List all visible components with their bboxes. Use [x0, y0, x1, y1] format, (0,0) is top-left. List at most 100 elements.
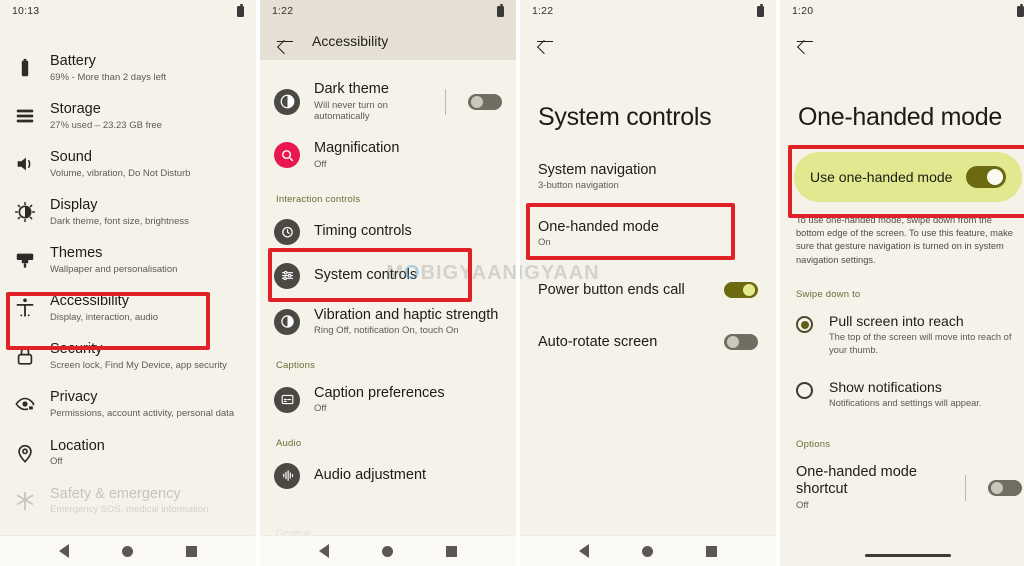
- display-icon: [14, 201, 36, 223]
- dark-theme-toggle[interactable]: [468, 93, 502, 110]
- radio-option-pull-screen-into-reach[interactable]: Pull screen into reach The top of the sc…: [780, 305, 1024, 364]
- battery-icon: [757, 3, 764, 17]
- radio-unchecked-icon[interactable]: [796, 381, 813, 399]
- accessibility-row-magnification[interactable]: Magnification Off: [260, 131, 516, 179]
- row-subtitle: Screen lock, Find My Device, app securit…: [50, 360, 227, 372]
- row-subtitle: Off: [50, 456, 63, 468]
- row-subtitle: Dark theme, font size, brightness: [50, 215, 189, 227]
- row-title: One-handed mode shortcut: [796, 464, 917, 497]
- row-subtitle: Will never turn on automatically: [314, 99, 388, 123]
- row-title: Auto-rotate screen: [538, 333, 658, 350]
- accessibility-row-dark-theme[interactable]: Dark theme Will never turn on automatica…: [260, 72, 516, 131]
- auto-rotate-screen-toggle[interactable]: [724, 333, 758, 350]
- location-pin-icon: [14, 442, 36, 464]
- nav-home-icon[interactable]: [381, 545, 393, 557]
- settings-row-themes[interactable]: Themes Wallpaper and personalisation: [0, 236, 256, 284]
- gesture-nav-bar: [865, 554, 951, 557]
- settings-row-storage[interactable]: Storage 27% used – 23.23 GB free: [0, 92, 256, 140]
- status-clock: 10:13: [12, 5, 40, 17]
- accessibility-row-caption-preferences[interactable]: Caption preferences Off: [260, 376, 516, 424]
- app-bar: [520, 22, 776, 60]
- settings-row-battery[interactable]: Battery 69% - More than 2 days left: [0, 44, 256, 92]
- battery-icon: [497, 3, 504, 17]
- nav-home-icon[interactable]: [641, 545, 653, 557]
- app-bar: Accessibility: [260, 22, 516, 60]
- radio-subtitle: The top of the screen will move into rea…: [829, 332, 1012, 356]
- status-bar: 1:20: [780, 0, 1024, 22]
- settings-row-safety-emergency[interactable]: Safety & emergency Emergency SOS, medica…: [0, 477, 256, 525]
- radio-title: Pull screen into reach: [829, 313, 964, 330]
- row-subtitle: 3-button navigation: [538, 179, 619, 191]
- settings-row-display[interactable]: Display Dark theme, font size, brightnes…: [0, 188, 256, 236]
- nav-back-icon[interactable]: [318, 544, 329, 558]
- row-title: Audio adjustment: [314, 467, 427, 484]
- radio-option-show-notifications[interactable]: Show notifications Notifications and set…: [780, 371, 1024, 418]
- battery-icon: [1017, 3, 1024, 17]
- system-controls-row-auto-rotate-screen[interactable]: Auto-rotate screen: [520, 322, 776, 362]
- status-bar: 10:13: [0, 0, 256, 22]
- settings-row-security[interactable]: Security Screen lock, Find My Device, ap…: [0, 332, 256, 380]
- magnification-icon: [274, 142, 300, 169]
- watermark: MOBIGYAAN: [386, 262, 516, 284]
- app-bar: [780, 22, 1024, 60]
- panel-system-controls: 1:22 System controls System navigation 3…: [516, 0, 776, 566]
- storage-icon: [14, 105, 36, 127]
- back-arrow-icon[interactable]: [536, 32, 554, 50]
- row-subtitle: Off: [796, 499, 809, 511]
- caption-icon: [274, 386, 300, 413]
- radio-title: Show notifications: [829, 378, 942, 395]
- row-title: Dark theme: [314, 81, 389, 97]
- status-clock: 1:22: [532, 5, 554, 17]
- timing-controls-icon: [274, 218, 300, 245]
- nav-recents-icon[interactable]: [706, 545, 718, 557]
- system-controls-row-system-navigation[interactable]: System navigation 3-button navigation: [520, 152, 776, 201]
- nav-home-icon[interactable]: [121, 545, 133, 557]
- row-subtitle: Emergency SOS, medical information: [50, 504, 209, 516]
- row-divider: [965, 474, 966, 501]
- navigation-bar: [520, 535, 776, 566]
- settings-row-privacy[interactable]: Privacy Permissions, account activity, p…: [0, 380, 256, 428]
- power-button-ends-call-toggle[interactable]: [724, 281, 758, 298]
- one-handed-mode-shortcut-toggle[interactable]: [988, 479, 1022, 496]
- row-subtitle: Permissions, account activity, personal …: [50, 408, 235, 420]
- system-controls-row-one-handed-mode[interactable]: One-handed mode On: [520, 209, 776, 258]
- back-arrow-icon[interactable]: [796, 32, 814, 50]
- one-handed-mode-shortcut-row[interactable]: One-handed mode shortcut Off: [780, 455, 1024, 520]
- row-title: Storage: [50, 101, 101, 118]
- status-bar: 1:22: [260, 0, 516, 22]
- screenshot-strip: 10:13 Battery 69% - More than 2 days lef…: [0, 0, 1024, 566]
- panel-accessibility: 1:22 Accessibility Dark theme Will never…: [256, 0, 516, 566]
- row-title: Safety & emergency: [50, 485, 181, 502]
- settings-row-accessibility[interactable]: Accessibility Display, interaction, audi…: [0, 284, 256, 332]
- accessibility-row-audio-adjustment[interactable]: Audio adjustment: [260, 454, 516, 498]
- nav-recents-icon[interactable]: [186, 545, 198, 557]
- row-title: Caption preferences: [314, 384, 445, 401]
- sound-icon: [14, 153, 36, 175]
- accessibility-row-timing-controls[interactable]: Timing controls: [260, 210, 516, 254]
- back-arrow-icon[interactable]: [276, 32, 294, 50]
- vibration-icon: [274, 308, 300, 335]
- row-subtitle: 69% - More than 2 days left: [50, 71, 167, 83]
- battery-icon: [14, 57, 36, 79]
- section-interaction-controls: Interaction controls: [276, 193, 361, 205]
- nav-recents-icon[interactable]: [446, 545, 458, 557]
- nav-back-icon[interactable]: [58, 544, 69, 558]
- row-subtitle: Display, interaction, audio: [50, 311, 159, 323]
- panel-one-handed-mode: 1:20 One-handed mode Use one-handed mode…: [776, 0, 1024, 566]
- use-one-handed-mode-card[interactable]: Use one-handed mode: [794, 151, 1022, 202]
- nav-back-icon[interactable]: [578, 544, 589, 558]
- section-audio: Audio: [276, 437, 302, 449]
- row-title: Accessibility: [50, 293, 129, 310]
- settings-row-location[interactable]: Location Off: [0, 429, 256, 477]
- themes-icon: [14, 249, 36, 271]
- settings-row-sound[interactable]: Sound Volume, vibration, Do Not Disturb: [0, 140, 256, 188]
- row-title: Security: [50, 341, 103, 358]
- row-title: Vibration and haptic strength: [314, 306, 499, 323]
- accessibility-row-vibration[interactable]: Vibration and haptic strength Ring Off, …: [260, 298, 516, 346]
- radio-checked-icon[interactable]: [796, 316, 813, 334]
- row-title: One-handed mode: [538, 218, 659, 235]
- row-subtitle: On: [538, 236, 551, 248]
- row-subtitle: Wallpaper and personalisation: [50, 263, 178, 275]
- use-one-handed-mode-toggle[interactable]: [966, 165, 1006, 188]
- status-clock: 1:20: [792, 5, 814, 17]
